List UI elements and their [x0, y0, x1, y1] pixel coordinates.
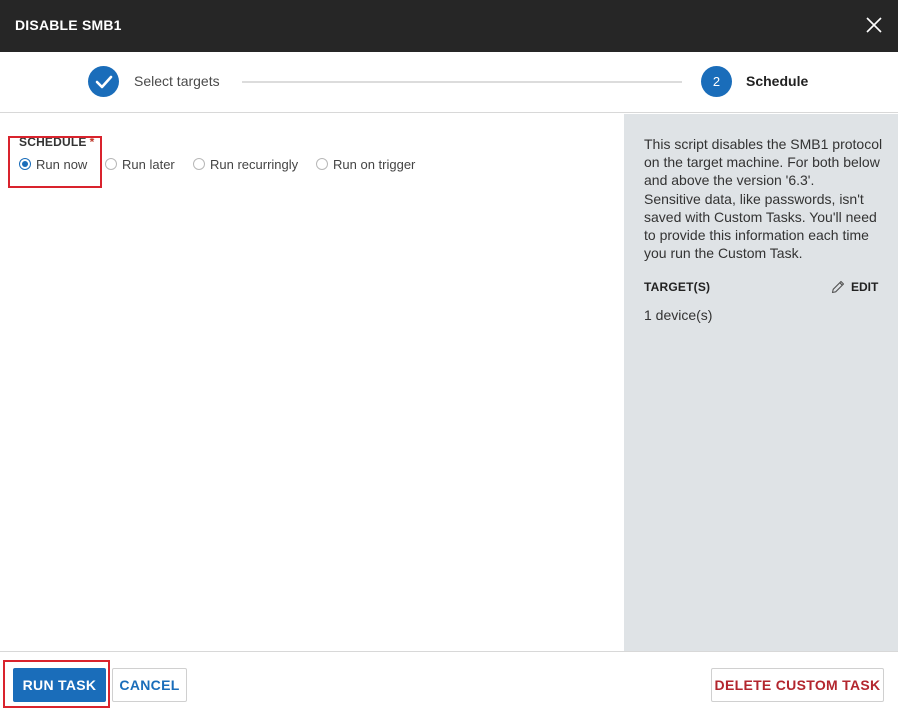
edit-targets-button[interactable]: EDIT — [830, 278, 878, 296]
edit-targets-label[interactable]: EDIT — [851, 280, 878, 294]
schedule-highlight-box — [8, 136, 102, 188]
run-task-highlight-box — [3, 660, 110, 708]
step-schedule-label: Schedule — [746, 73, 809, 89]
step-select-targets-label[interactable]: Select targets — [134, 73, 220, 89]
task-info-sidebar: This script disables the SMB1 protocol o… — [624, 114, 898, 651]
sensitive-data-note: Sensitive data, like passwords, isn't sa… — [644, 190, 877, 262]
cancel-button[interactable]: CANCEL — [112, 668, 187, 702]
step-schedule-number: 2 — [701, 66, 732, 97]
radio-run-later-indicator[interactable] — [105, 158, 117, 170]
dialog-footer: RUN TASK CANCEL DELETE CUSTOM TASK — [0, 651, 898, 715]
radio-run-on-trigger-indicator[interactable] — [316, 158, 328, 170]
step-connector-line — [242, 81, 682, 83]
dialog-titlebar: DISABLE SMB1 — [0, 0, 898, 52]
dialog-title: DISABLE SMB1 — [15, 17, 122, 33]
radio-run-on-trigger-label[interactable]: Run on trigger — [333, 157, 415, 172]
task-description-text: This script disables the SMB1 protocol o… — [644, 136, 883, 189]
targets-label: TARGET(S) — [644, 280, 711, 294]
radio-run-recurringly-indicator[interactable] — [193, 158, 205, 170]
close-icon[interactable] — [864, 15, 884, 35]
radio-run-later[interactable]: Run later — [105, 156, 175, 172]
delete-custom-task-button[interactable]: DELETE CUSTOM TASK — [711, 668, 884, 702]
radio-run-on-trigger[interactable]: Run on trigger — [316, 156, 415, 172]
radio-run-later-label[interactable]: Run later — [122, 157, 175, 172]
pencil-icon[interactable] — [830, 279, 846, 295]
schedule-panel: SCHEDULE * Run now Run later Run recurrin… — [0, 114, 624, 651]
targets-value: 1 device(s) — [644, 307, 713, 323]
radio-run-recurringly[interactable]: Run recurringly — [193, 156, 298, 172]
task-description: This script disables the SMB1 protocol o… — [644, 135, 888, 262]
step-select-targets-check-icon[interactable] — [88, 66, 119, 97]
radio-run-recurringly-label[interactable]: Run recurringly — [210, 157, 298, 172]
wizard-stepper: Select targets 2 Schedule — [0, 52, 898, 113]
